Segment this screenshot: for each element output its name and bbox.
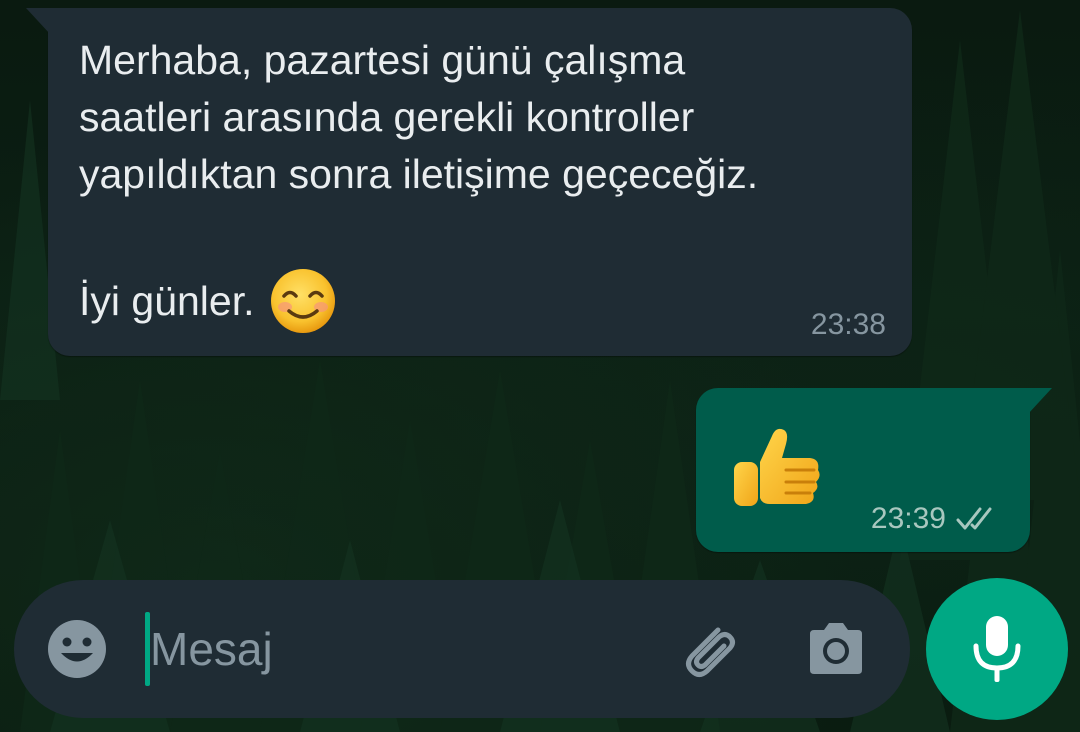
message-greeting-line: İyi günler.: [79, 267, 337, 335]
message-meta: 23:39: [871, 502, 1004, 536]
paperclip-icon[interactable]: [674, 616, 740, 682]
incoming-message-bubble[interactable]: Merhaba, pazartesi günü çalışma saatleri…: [26, 8, 912, 356]
bubble-tail: [26, 8, 50, 34]
camera-icon[interactable]: [804, 620, 868, 678]
message-input[interactable]: [146, 610, 630, 688]
smiley-icon[interactable]: [46, 618, 108, 680]
bubble-tail: [1028, 388, 1052, 414]
message-text: Merhaba, pazartesi günü çalışma saatleri…: [79, 37, 759, 197]
thumbs-up-emoji-icon: [734, 428, 820, 506]
smiling-face-emoji-icon: [270, 269, 335, 333]
message-timestamp: 23:38: [810, 308, 886, 341]
message-timestamp: 23:39: [870, 502, 946, 535]
double-check-icon: [956, 507, 992, 530]
outgoing-message-bubble[interactable]: 23:39: [696, 388, 1052, 552]
greeting-text: İyi günler.: [79, 277, 255, 324]
voice-record-button[interactable]: [926, 578, 1068, 720]
microphone-icon: [973, 616, 1021, 682]
message-composer: [14, 580, 910, 718]
